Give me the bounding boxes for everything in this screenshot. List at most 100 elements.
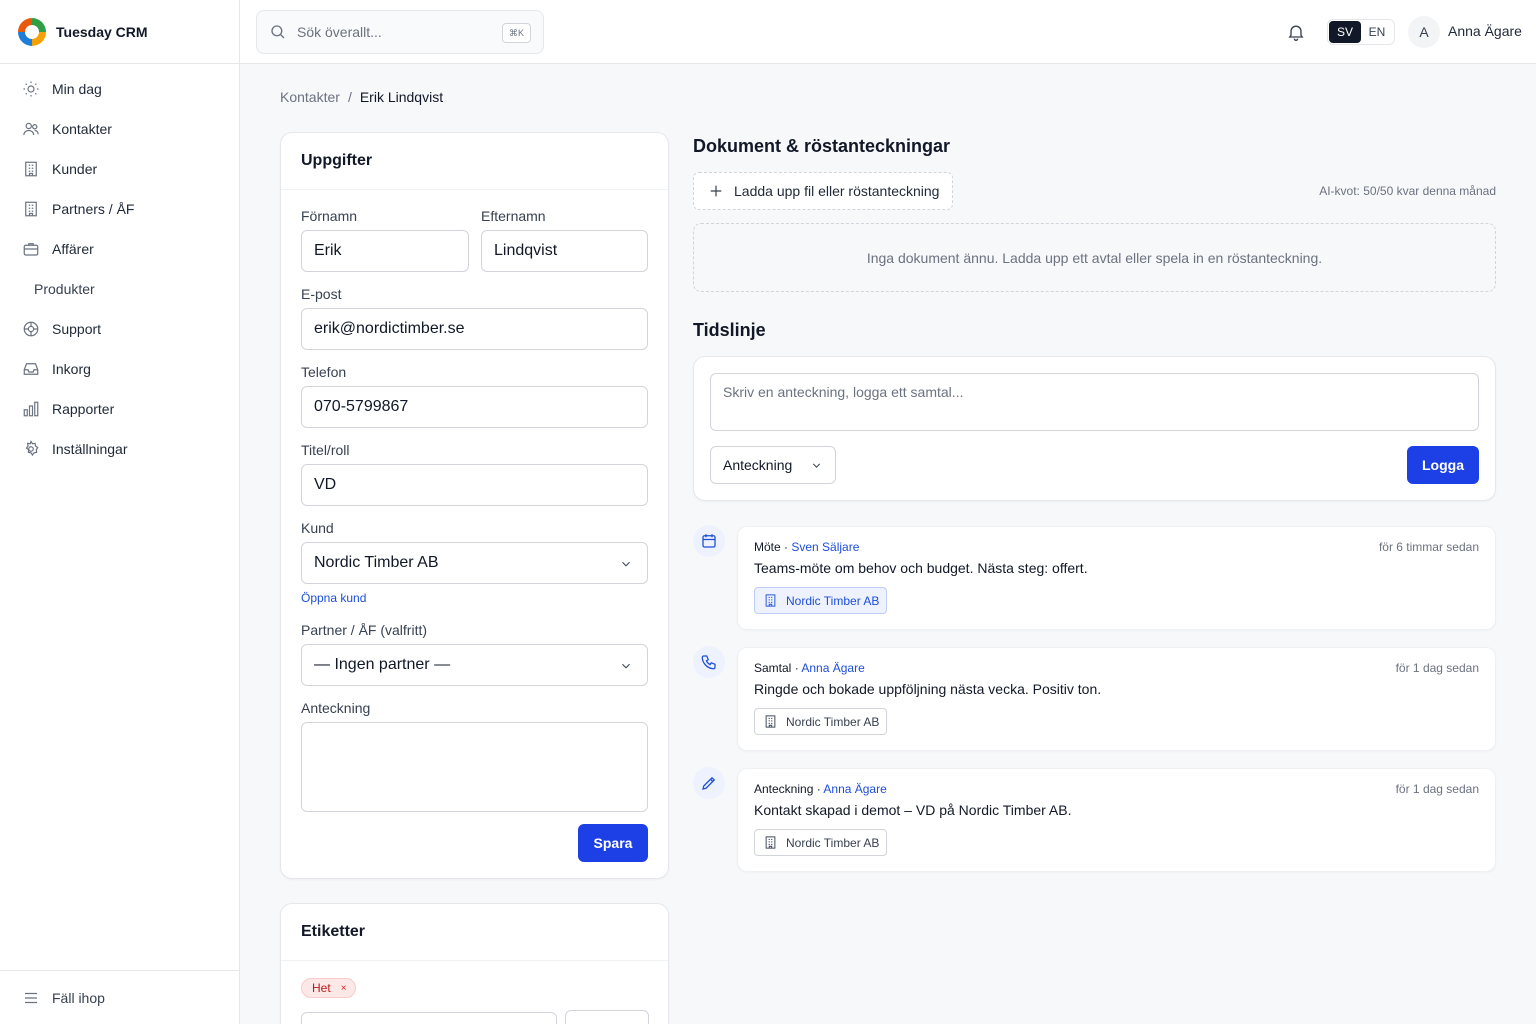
building-icon	[25, 161, 37, 177]
timeline-note-input[interactable]: Skriv en anteckning, logga ett samtal...	[710, 373, 1479, 431]
building-icon	[765, 594, 776, 607]
customer-select-value: Nordic Timber AB	[314, 554, 439, 571]
topbar: ⌘K SV EN A Anna Ägare	[240, 0, 1536, 64]
entry-author-link[interactable]: Sven Säljare	[791, 540, 859, 554]
sidebar-item-label: Rapporter	[52, 401, 115, 417]
app-name: Tuesday CRM	[56, 23, 148, 40]
log-button[interactable]: Logga	[1407, 446, 1479, 484]
note-label: Anteckning	[301, 700, 371, 716]
timeline-entry-meta: Samtal · Anna Ägare	[754, 661, 865, 675]
lifebuoy-icon	[23, 321, 39, 337]
search-input[interactable]	[297, 24, 487, 40]
entry-time: för 1 dag sedan	[1395, 661, 1479, 675]
sidebar-item-label: Kunder	[52, 161, 98, 177]
upload-button-label: Ladda upp fil eller röstanteckning	[734, 183, 940, 199]
company-chip-label: Nordic Timber AB	[786, 835, 880, 850]
documents-empty-state: Inga dokument ännu. Ladda upp ett avtal …	[693, 223, 1496, 292]
timeline-entry-icon	[693, 767, 725, 799]
lang-en-button[interactable]: EN	[1361, 21, 1393, 43]
sidebar-item-label: Support	[52, 321, 102, 337]
sidebar-item-kunder[interactable]: Kunder	[0, 149, 239, 189]
search-shortcut-badge: ⌘K	[501, 23, 531, 43]
sidebar-item-support[interactable]: Support	[0, 309, 239, 349]
last-name-field[interactable]: Lindqvist	[481, 230, 648, 272]
collapse-label: Fäll ihop	[52, 989, 105, 1006]
sidebar-item-installningar[interactable]: Inställningar	[0, 429, 239, 469]
gear-icon	[25, 440, 39, 457]
tag-label: Het	[312, 981, 331, 995]
first-name-field[interactable]: Erik	[301, 230, 469, 272]
breadcrumb-parent-link[interactable]: Kontakter	[280, 89, 340, 105]
upload-button[interactable]: Ladda upp fil eller röstanteckning	[693, 172, 953, 210]
remove-tag-icon[interactable]: ×	[341, 983, 347, 994]
lang-sv-button[interactable]: SV	[1329, 21, 1361, 43]
details-card: Uppgifter Förnamn Erik Efternamn Lindqvi…	[280, 132, 669, 879]
brand[interactable]: Tuesday CRM	[0, 0, 239, 64]
user-name[interactable]: Anna Ägare	[1448, 23, 1522, 39]
sidebar-item-label: Kontakter	[52, 121, 112, 137]
activity-type-select[interactable]: Anteckning	[710, 446, 836, 484]
entry-type: Anteckning	[754, 782, 814, 796]
job-title-field[interactable]: VD	[301, 464, 648, 506]
add-tag-button[interactable]	[565, 1010, 649, 1024]
sidebar-item-partners[interactable]: Partners / ÅF	[0, 189, 239, 229]
collapse-sidebar-button[interactable]: Fäll ihop	[0, 970, 239, 1024]
partner-label: Partner / ÅF (valfritt)	[301, 622, 428, 638]
timeline-entry: Möte · Sven Säljare för 6 timmar sedan T…	[737, 526, 1496, 630]
phone-icon	[701, 655, 716, 670]
entry-author-link[interactable]: Anna Ägare	[823, 782, 886, 796]
sidebar-item-min-dag[interactable]: Min dag	[0, 69, 239, 109]
open-customer-link[interactable]: Öppna kund	[301, 591, 366, 605]
building-icon	[25, 201, 37, 217]
phone-field[interactable]: 070-5799867	[301, 386, 648, 428]
sidebar-item-kontakter[interactable]: Kontakter	[0, 109, 239, 149]
entry-text: Ringde och bokade uppföljning nästa veck…	[754, 681, 1102, 697]
global-search[interactable]: ⌘K	[256, 10, 544, 54]
chevron-down-icon	[622, 561, 630, 567]
entry-author-link[interactable]: Anna Ägare	[801, 661, 864, 675]
job-title-label: Titel/roll	[301, 442, 350, 458]
customer-label: Kund	[301, 520, 334, 536]
documents-title: Dokument & röstanteckningar	[693, 136, 951, 156]
pencil-icon	[702, 776, 716, 790]
sidebar-item-rapporter[interactable]: Rapporter	[0, 389, 239, 429]
ai-quota: AI-kvot: 50/50 kvar denna månad	[1319, 184, 1496, 198]
avatar[interactable]: A	[1408, 16, 1440, 48]
building-icon	[765, 715, 776, 728]
bar-chart-icon	[23, 401, 39, 417]
entry-text: Kontakt skapad i demot – VD på Nordic Ti…	[754, 802, 1072, 818]
search-icon	[271, 25, 285, 39]
new-tag-input[interactable]	[301, 1012, 557, 1024]
sidebar-item-label: Partners / ÅF	[52, 201, 135, 217]
tag-het: Het ×	[301, 978, 356, 998]
sidebar-item-inkorg[interactable]: Inkorg	[0, 349, 239, 389]
save-button[interactable]: Spara	[578, 824, 648, 862]
company-chip[interactable]: Nordic Timber AB	[754, 708, 888, 735]
sidebar-item-affarer[interactable]: Affärer	[0, 229, 239, 269]
entry-time: för 6 timmar sedan	[1378, 540, 1479, 554]
company-chip[interactable]: Nordic Timber AB	[754, 829, 888, 856]
entry-time: för 1 dag sedan	[1395, 782, 1479, 796]
note-textarea[interactable]	[301, 722, 648, 812]
partner-select[interactable]: — Ingen partner —	[301, 644, 648, 686]
timeline-entry: Samtal · Anna Ägare för 1 dag sedan Ring…	[737, 647, 1496, 751]
email-field[interactable]: erik@nordictimber.se	[301, 308, 648, 350]
sidebar-item-label: Min dag	[52, 81, 102, 97]
entry-type: Möte	[754, 540, 781, 554]
briefcase-icon	[23, 243, 39, 256]
menu-icon	[25, 992, 37, 1003]
language-switcher: SV EN	[1327, 19, 1395, 45]
details-card-title: Uppgifter	[281, 133, 668, 190]
customer-select[interactable]: Nordic Timber AB	[301, 542, 648, 584]
partner-select-value: — Ingen partner —	[314, 656, 451, 673]
sidebar-item-produkter[interactable]: Produkter	[0, 269, 239, 309]
notification-bell-icon[interactable]	[1286, 22, 1306, 42]
entry-type: Samtal	[754, 661, 792, 675]
last-name-label: Efternamn	[481, 208, 546, 224]
app-logo-icon	[18, 17, 46, 46]
building-icon	[765, 836, 776, 849]
timeline-entry-meta: Möte · Sven Säljare	[754, 540, 860, 554]
company-chip[interactable]: Nordic Timber AB	[754, 587, 888, 614]
activity-type-value: Anteckning	[723, 457, 793, 473]
sun-icon	[23, 81, 39, 97]
